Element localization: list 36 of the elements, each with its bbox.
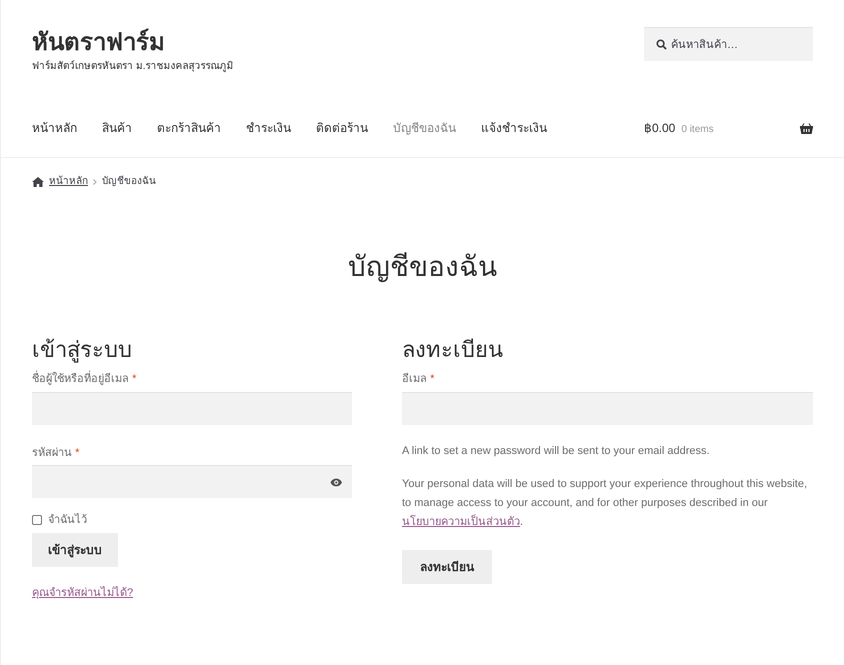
nav-link[interactable]: แจ้งชำระเงิน	[481, 119, 547, 137]
search-icon	[656, 39, 667, 50]
section-heading: เข้าสู่ระบบ	[32, 336, 133, 365]
field-label: อีเมล *	[402, 372, 436, 387]
breadcrumb-current: บัญชีของฉัน	[102, 174, 156, 189]
nav-link[interactable]: หน้าหลัก	[32, 119, 77, 137]
privacy-text: Your personal data will be used to support your experience throughout this website, to manage access to your account, and for other purposes described in our นโยบายความเป็นส่วนตัว.	[402, 477, 808, 530]
nav-link[interactable]: ตะกร้าสินค้า	[157, 119, 221, 137]
nav-link[interactable]: สินค้า	[102, 119, 132, 137]
field-label: ชื่อผู้ใช้หรือที่อยู่อีเมล *	[32, 371, 352, 388]
field-label: รหัสผ่าน *	[32, 446, 80, 460]
site-title[interactable]: หันตราฟาร์ม	[32, 28, 234, 58]
search-field[interactable]: ค้นหาสินค้า…	[644, 27, 813, 61]
nav-link[interactable]: บัญชีของฉัน	[393, 119, 456, 137]
page-title: บัญชีของฉัน	[347, 250, 498, 284]
home-icon	[32, 176, 44, 186]
checkbox-label[interactable]: จำฉันไว้	[48, 512, 87, 528]
breadcrumb-link[interactable]: หน้าหลัก	[49, 174, 88, 189]
nav-link[interactable]: ติดต่อร้าน	[316, 119, 368, 137]
chevron-icon	[93, 178, 97, 184]
password-field[interactable]	[32, 465, 352, 498]
input-field[interactable]	[402, 392, 813, 424]
basket-icon[interactable]	[800, 122, 813, 134]
info-text: A link to set a new password will be sent to your email address.	[402, 444, 711, 458]
checkbox[interactable]	[32, 515, 42, 526]
cart-count: 0 items	[681, 123, 714, 137]
login-button[interactable]: เข้าสู่ระบบ	[32, 532, 118, 566]
nav-link[interactable]: ชำระเงิน	[246, 119, 291, 137]
cart-total[interactable]: ฿0.00	[644, 119, 676, 137]
site-tagline: ฟาร์มสัตว์เกษตรหันตรา ม.ราชมงคลสุวรรณภูมิ	[32, 59, 234, 74]
lost-password-link[interactable]: คุณจำรหัสผ่านไม่ได้?	[32, 584, 134, 601]
privacy-link[interactable]: นโยบายความเป็นส่วนตัว	[402, 516, 520, 528]
section-heading: ลงทะเบียน	[402, 336, 504, 364]
register-button[interactable]: ลงทะเบียน	[402, 550, 492, 584]
input-field[interactable]	[32, 392, 352, 424]
eye-icon[interactable]	[330, 478, 342, 486]
